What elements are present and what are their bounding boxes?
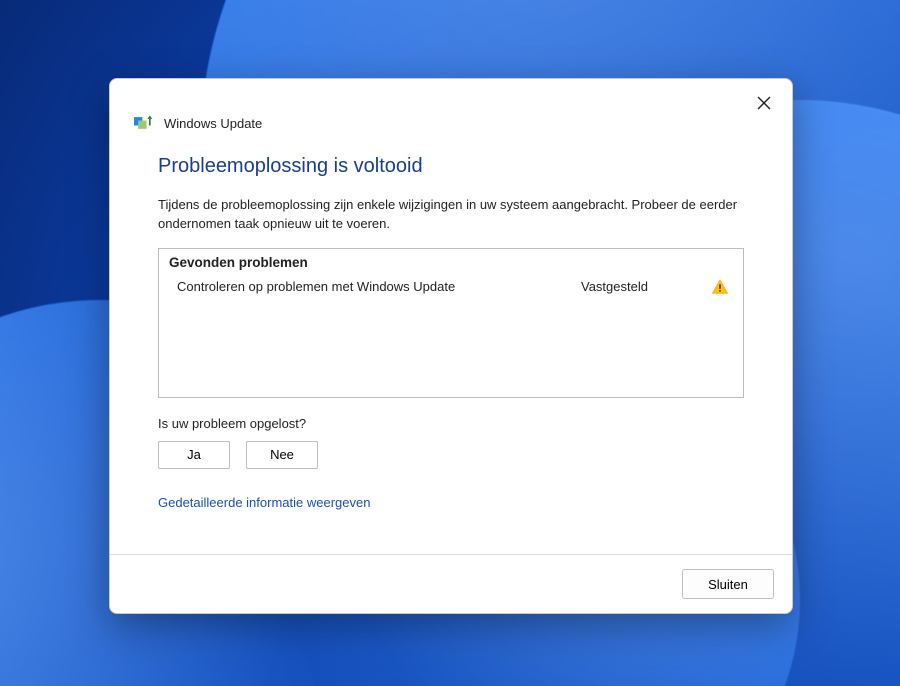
page-heading: Probleemoplossing is voltooid (158, 155, 744, 178)
troubleshooter-dialog: Windows Update Probleemoplossing is volt… (109, 78, 793, 614)
description-text: Tijdens de probleemoplossing zijn enkele… (158, 196, 744, 234)
titlebar (110, 79, 792, 119)
feedback-question: Is uw probleem opgelost? (158, 416, 744, 431)
close-button[interactable] (750, 89, 778, 117)
details-link[interactable]: Gedetailleerde informatie weergeven (158, 495, 370, 510)
problem-description: Controleren op problemen met Windows Upd… (177, 279, 581, 294)
problems-panel: Gevonden problemen Controleren op proble… (158, 248, 744, 398)
dialog-footer: Sluiten (110, 554, 792, 613)
close-icon (757, 96, 771, 110)
windows-update-icon (134, 115, 154, 131)
no-button[interactable]: Nee (246, 441, 318, 469)
problem-status: Vastgesteld (581, 279, 711, 294)
feedback-buttons: Ja Nee (158, 441, 744, 469)
problems-header: Gevonden problemen (159, 249, 743, 274)
warning-icon (711, 278, 729, 296)
close-dialog-button[interactable]: Sluiten (682, 569, 774, 599)
yes-button[interactable]: Ja (158, 441, 230, 469)
problem-row: Controleren op problemen met Windows Upd… (159, 274, 743, 300)
app-title: Windows Update (164, 116, 262, 131)
dialog-content: Probleemoplossing is voltooid Tijdens de… (110, 135, 792, 554)
dialog-header: Windows Update (110, 115, 792, 135)
